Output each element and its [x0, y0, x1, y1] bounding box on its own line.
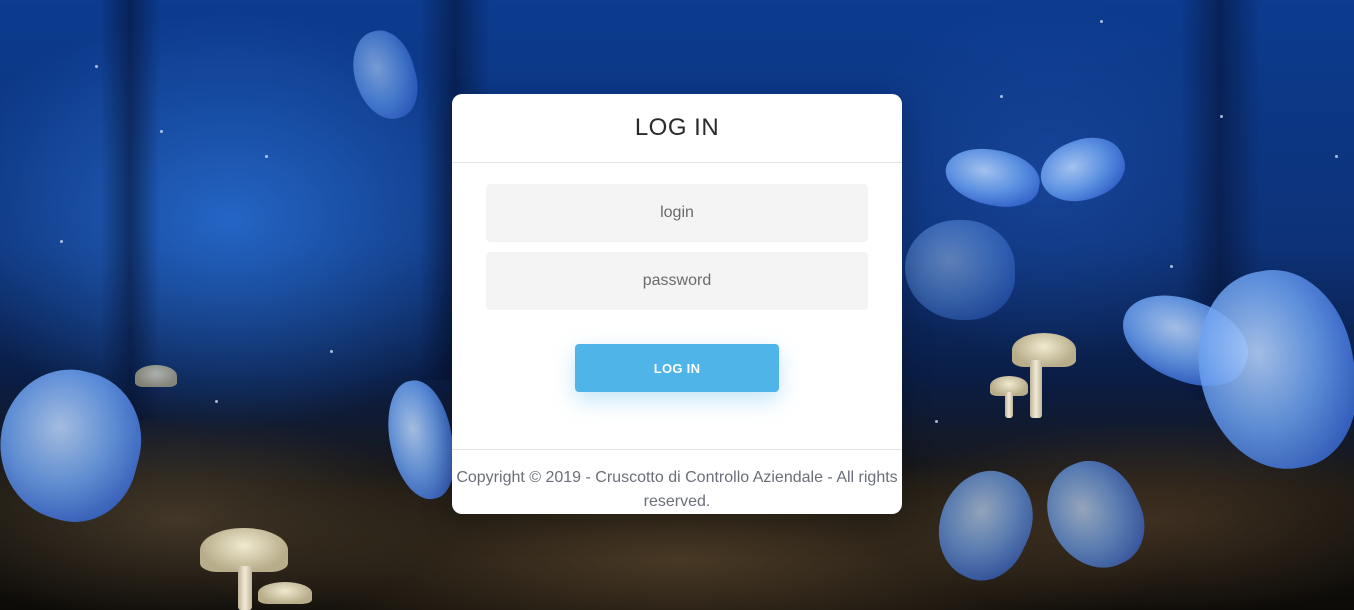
copyright-footer: Copyright © 2019 - Cruscotto di Controll… [452, 449, 902, 514]
login-title: LOG IN [634, 114, 720, 141]
sparkle [1220, 115, 1223, 118]
mushroom-image [1005, 392, 1013, 418]
butterfly-image [940, 142, 1045, 213]
sparkle [265, 155, 268, 158]
butterfly-image [920, 456, 1050, 594]
password-input[interactable] [486, 252, 868, 310]
sparkle [935, 420, 938, 423]
sparkle [60, 240, 63, 243]
butterfly-image [380, 375, 462, 505]
butterfly-image [1032, 127, 1133, 213]
sparkle [1100, 20, 1103, 23]
mushroom-image [1030, 360, 1042, 418]
login-input[interactable] [486, 184, 868, 242]
mushroom-image [1012, 333, 1076, 367]
sparkle [215, 400, 218, 403]
sparkle [95, 65, 98, 68]
mushroom-image [135, 365, 177, 387]
sparkle [1335, 155, 1338, 158]
tree-trunk [100, 0, 160, 420]
login-button[interactable]: LOG IN [575, 344, 779, 392]
login-card-header: LOG IN [452, 94, 902, 163]
sparkle [1000, 95, 1003, 98]
sparkle [160, 130, 163, 133]
copyright-text: Copyright © 2019 - Cruscotto di Controll… [456, 469, 898, 510]
butterfly-image [1030, 446, 1160, 584]
mushroom-image [238, 566, 252, 610]
mushroom-image [258, 582, 312, 604]
butterfly-image [905, 220, 1015, 320]
login-card: LOG IN LOG IN Copyright © 2019 - Cruscot… [452, 94, 902, 514]
butterfly-image [344, 23, 426, 127]
sparkle [330, 350, 333, 353]
sparkle [1170, 265, 1173, 268]
